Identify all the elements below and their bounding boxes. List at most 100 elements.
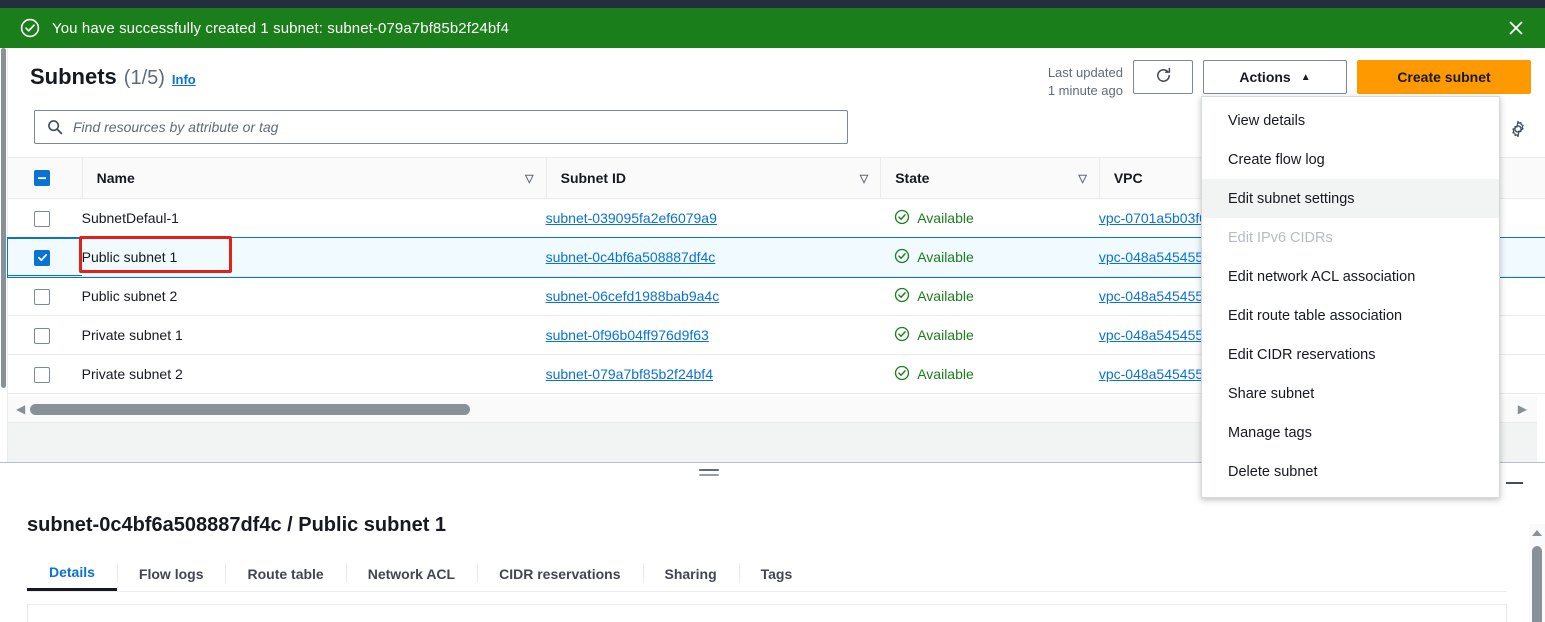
detail-panel-title: subnet-0c4bf6a508887df4c / Public subnet… bbox=[27, 514, 447, 536]
menu-item-create-flow-log[interactable]: Create flow log bbox=[1202, 140, 1499, 179]
menu-item-manage-tags[interactable]: Manage tags bbox=[1202, 413, 1499, 452]
tab-route-table-label: Route table bbox=[247, 565, 324, 582]
menu-item-edit-ipv6-cidrs: Edit IPv6 CIDRs bbox=[1202, 218, 1499, 257]
create-subnet-label: Create subnet bbox=[1397, 69, 1491, 85]
search-icon bbox=[47, 119, 63, 135]
hscroll-thumb[interactable] bbox=[30, 404, 470, 415]
select-all-checkbox[interactable] bbox=[34, 170, 50, 186]
cell-subnet-id: subnet-0c4bf6a508887df4c bbox=[545, 237, 881, 277]
cell-state: Available bbox=[880, 198, 1099, 238]
state-label: Available bbox=[917, 210, 974, 226]
column-header-name[interactable]: Name ▽ bbox=[81, 158, 546, 199]
close-icon[interactable] bbox=[1501, 13, 1531, 43]
menu-item-edit-network-acl-association[interactable]: Edit network ACL association bbox=[1202, 257, 1499, 296]
refresh-button[interactable] bbox=[1133, 60, 1193, 94]
detail-tabs: Details Flow logs Route table Network AC… bbox=[27, 556, 1507, 592]
tab-details[interactable]: Details bbox=[27, 556, 117, 591]
menu-item-edit-subnet-settings-label: Edit subnet settings bbox=[1228, 190, 1355, 207]
menu-item-edit-cidr-reservations-label: Edit CIDR reservations bbox=[1228, 346, 1376, 363]
tab-network-acl-label: Network ACL bbox=[367, 565, 456, 582]
sort-icon[interactable]: ▽ bbox=[525, 172, 533, 185]
sort-icon[interactable]: ▽ bbox=[860, 172, 868, 185]
state-label: Available bbox=[917, 327, 974, 343]
column-header-state-label: State bbox=[895, 170, 930, 186]
menu-item-edit-ipv6-cidrs-label: Edit IPv6 CIDRs bbox=[1228, 229, 1333, 246]
left-scrollbar[interactable] bbox=[0, 48, 8, 462]
menu-item-view-details-label: View details bbox=[1228, 112, 1306, 129]
subnet-id-link[interactable]: subnet-079a7bf85b2f24bf4 bbox=[546, 366, 713, 382]
menu-item-edit-subnet-settings[interactable]: Edit subnet settings bbox=[1202, 179, 1499, 218]
status-available-icon bbox=[894, 326, 910, 345]
row-checkbox[interactable] bbox=[34, 210, 50, 227]
scroll-right-icon[interactable]: ▶ bbox=[1518, 402, 1527, 416]
subnet-id-link[interactable]: subnet-06cefd1988bab9a4c bbox=[546, 288, 720, 304]
gear-icon[interactable] bbox=[1505, 116, 1531, 142]
tab-sharing[interactable]: Sharing bbox=[642, 556, 739, 591]
cell-state: Available bbox=[880, 315, 1099, 355]
status-available-icon bbox=[894, 287, 910, 306]
menu-item-create-flow-log-label: Create flow log bbox=[1228, 151, 1325, 168]
subnet-detail-panel: subnet-0c4bf6a508887df4c / Public subnet… bbox=[0, 484, 1545, 622]
search-box[interactable] bbox=[34, 110, 848, 144]
page-title-group: Subnets (1/5) Info bbox=[30, 64, 196, 90]
menu-item-view-details[interactable]: View details bbox=[1202, 101, 1499, 140]
check-circle-icon bbox=[20, 18, 40, 38]
row-select-cell bbox=[8, 354, 82, 394]
column-header-state[interactable]: State ▽ bbox=[880, 158, 1099, 199]
tab-network-acl[interactable]: Network ACL bbox=[345, 556, 477, 591]
top-nav-strip bbox=[0, 0, 1545, 8]
menu-item-edit-cidr-reservations[interactable]: Edit CIDR reservations bbox=[1202, 335, 1499, 374]
detail-panel-body bbox=[27, 604, 1507, 622]
tab-flow-logs[interactable]: Flow logs bbox=[116, 556, 226, 591]
row-checkbox[interactable] bbox=[34, 366, 50, 383]
cell-state: Available bbox=[880, 354, 1099, 394]
tab-sharing-label: Sharing bbox=[664, 565, 717, 582]
last-updated-label: Last updated bbox=[1047, 65, 1123, 80]
actions-button[interactable]: Actions ▲ bbox=[1203, 60, 1347, 94]
menu-item-share-subnet[interactable]: Share subnet bbox=[1202, 374, 1499, 413]
menu-item-edit-network-acl-association-label: Edit network ACL association bbox=[1228, 268, 1416, 285]
splitter-handle-icon[interactable] bbox=[699, 469, 719, 478]
page-vertical-scrollbar[interactable] bbox=[1529, 524, 1545, 622]
menu-item-share-subnet-label: Share subnet bbox=[1228, 385, 1315, 402]
actions-dropdown-menu: View details Create flow log Edit subnet… bbox=[1201, 96, 1500, 498]
tab-tags[interactable]: Tags bbox=[738, 556, 815, 591]
menu-item-delete-subnet[interactable]: Delete subnet bbox=[1202, 452, 1499, 491]
column-header-subnet-id[interactable]: Subnet ID ▽ bbox=[545, 158, 881, 199]
menu-item-delete-subnet-label: Delete subnet bbox=[1228, 463, 1318, 480]
status-available-icon bbox=[894, 365, 910, 384]
status-available-icon bbox=[894, 209, 910, 228]
subnet-id-link[interactable]: subnet-039095fa2ef6079a9 bbox=[546, 210, 717, 226]
info-link[interactable]: Info bbox=[172, 72, 196, 87]
cell-name: SubnetDefaul-1 bbox=[81, 198, 546, 238]
row-checkbox[interactable] bbox=[34, 249, 50, 266]
cell-subnet-id: subnet-06cefd1988bab9a4c bbox=[545, 276, 881, 316]
state-label: Available bbox=[917, 366, 974, 382]
cell-subnet-id: subnet-0f96b04ff976d9f63 bbox=[545, 315, 881, 355]
refresh-icon bbox=[1154, 66, 1173, 88]
cell-subnet-id: subnet-039095fa2ef6079a9 bbox=[545, 198, 881, 238]
sort-icon[interactable]: ▽ bbox=[1078, 172, 1086, 185]
cell-name: Private subnet 2 bbox=[81, 354, 546, 394]
scroll-left-icon[interactable]: ◀ bbox=[16, 402, 25, 416]
subnet-id-link[interactable]: subnet-0f96b04ff976d9f63 bbox=[546, 327, 709, 343]
last-updated-text: Last updated 1 minute ago bbox=[1048, 60, 1123, 100]
row-checkbox[interactable] bbox=[34, 288, 50, 305]
selection-count: (1/5) bbox=[123, 67, 165, 89]
aws-vpc-subnets-console: You have successfully created 1 subnet: … bbox=[0, 0, 1545, 622]
menu-item-edit-route-table-association[interactable]: Edit route table association bbox=[1202, 296, 1499, 335]
scroll-up-icon[interactable] bbox=[1532, 530, 1542, 536]
state-label: Available bbox=[917, 249, 974, 265]
row-checkbox[interactable] bbox=[34, 327, 50, 344]
cell-state: Available bbox=[880, 237, 1099, 277]
cell-name: Public subnet 2 bbox=[81, 276, 546, 316]
column-header-name-label: Name bbox=[96, 170, 135, 186]
tab-route-table[interactable]: Route table bbox=[225, 556, 345, 591]
search-input[interactable] bbox=[73, 119, 813, 135]
state-label: Available bbox=[917, 288, 974, 304]
header-actions-group: Last updated 1 minute ago Actions ▲ Crea… bbox=[1048, 60, 1531, 100]
tab-cidr-reservations[interactable]: CIDR reservations bbox=[477, 556, 642, 591]
subnet-id-link[interactable]: subnet-0c4bf6a508887df4c bbox=[546, 249, 716, 265]
vscroll-thumb[interactable] bbox=[1532, 546, 1542, 622]
create-subnet-button[interactable]: Create subnet bbox=[1357, 60, 1531, 94]
